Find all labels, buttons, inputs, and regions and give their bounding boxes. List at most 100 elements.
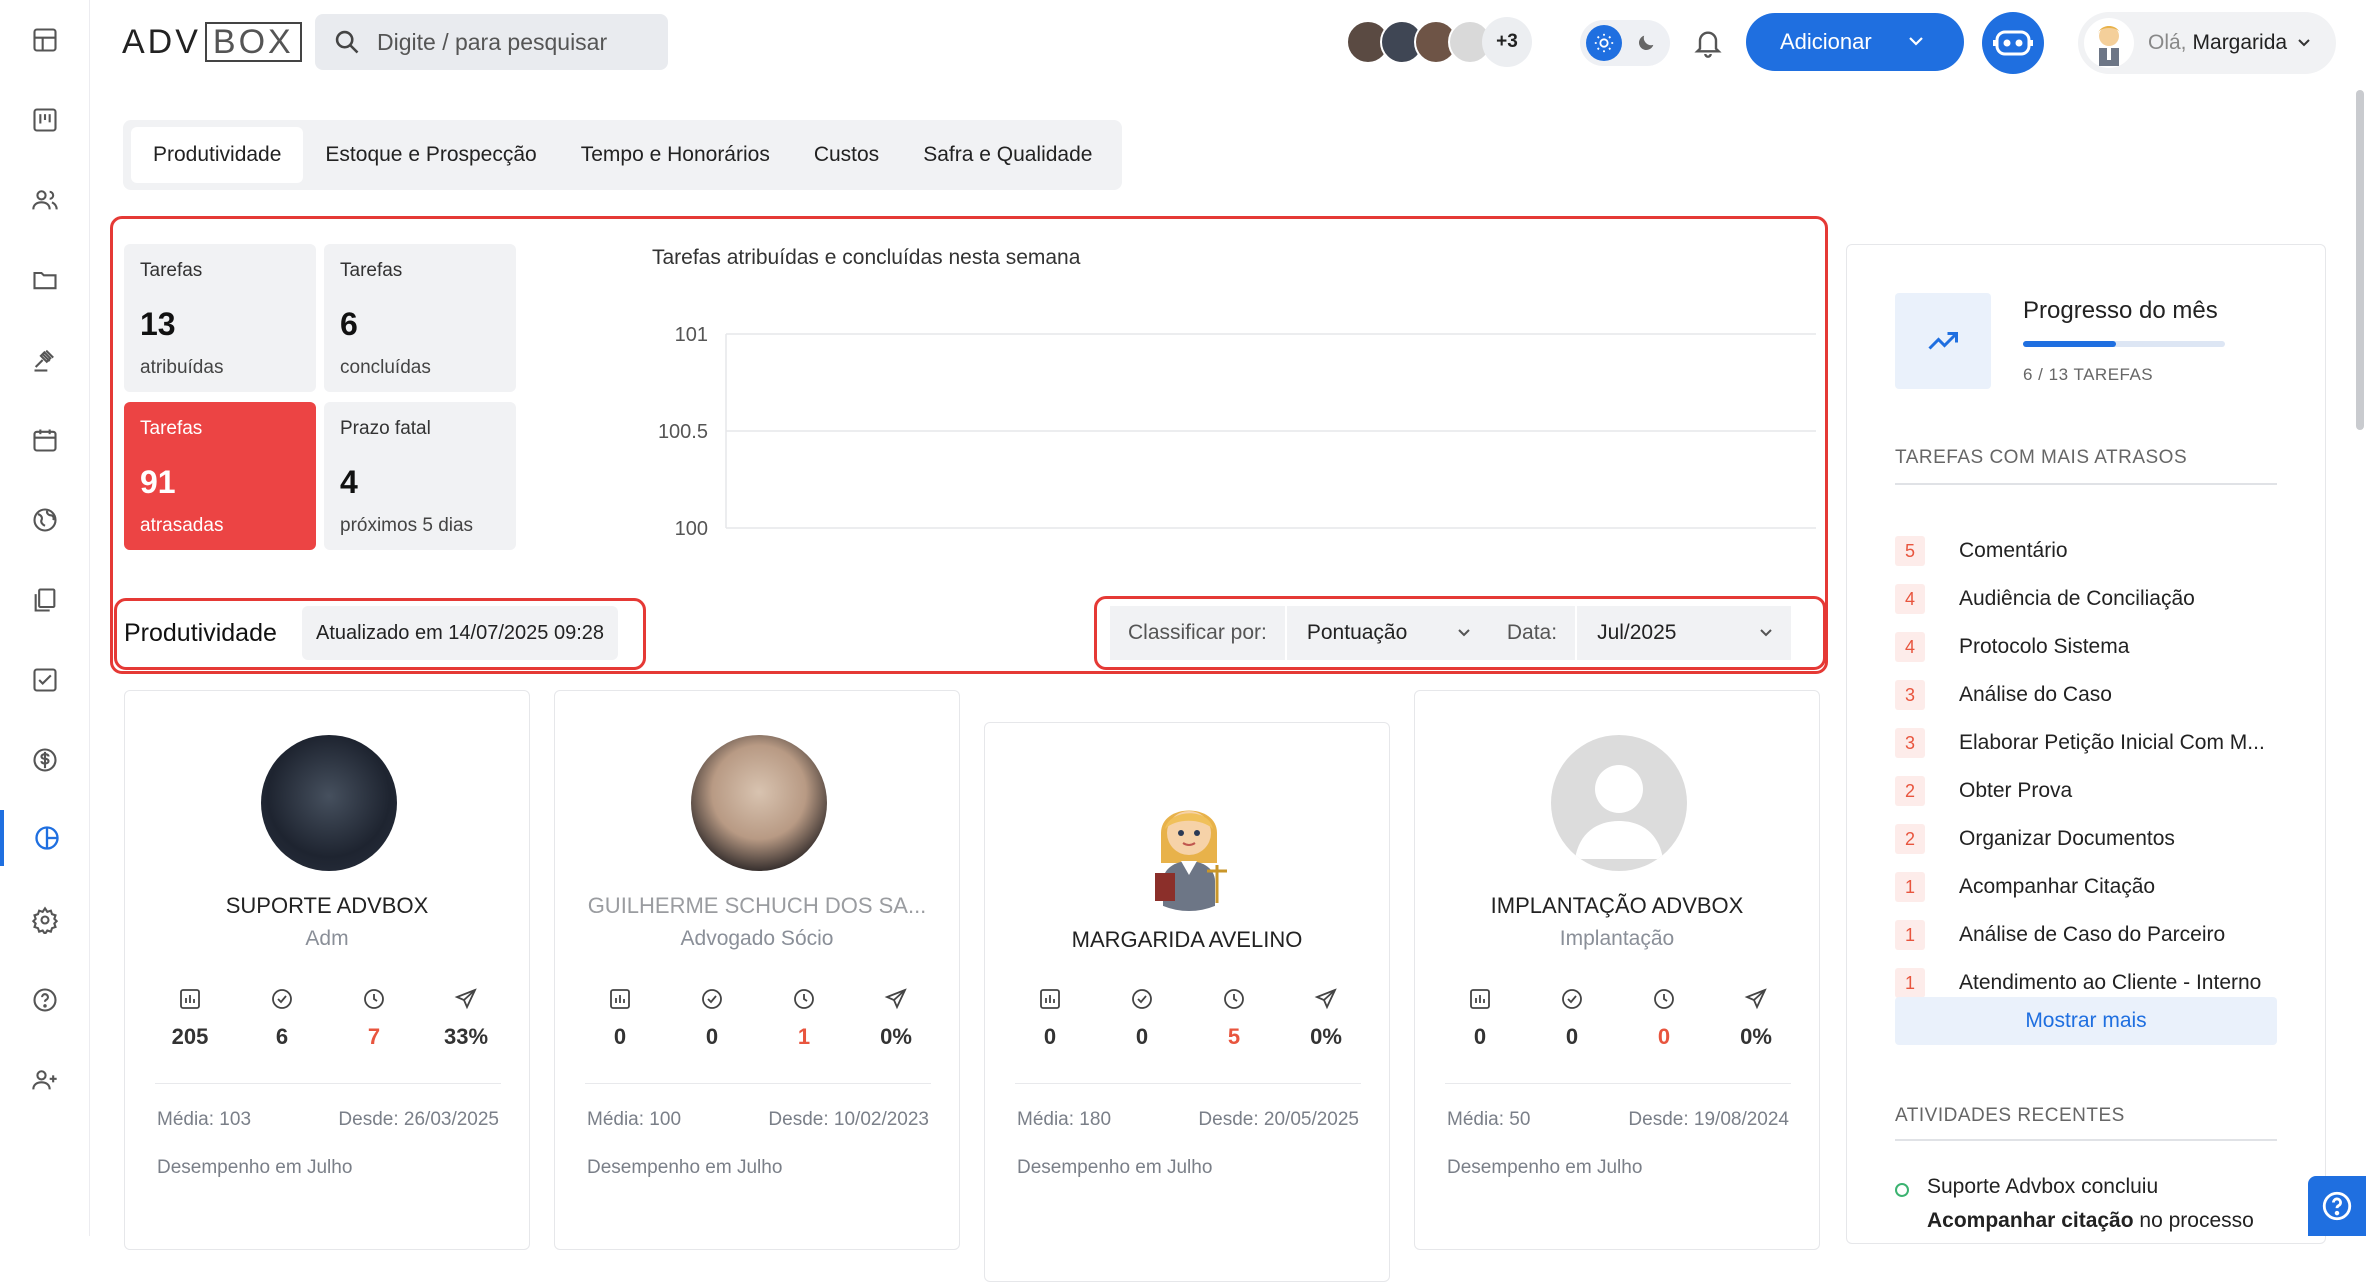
late-task-row[interactable]: 4 Audiência de Conciliação [1895, 579, 2285, 619]
stat-sub: atribuídas [140, 357, 224, 378]
performance-label: Desempenho em Julho [1447, 1157, 1643, 1178]
metric-done: 0 [1537, 987, 1607, 1050]
metric-points: 0 [585, 987, 655, 1050]
stat-completed[interactable]: Tarefas 6 concluídas [324, 244, 516, 392]
late-count-badge: 1 [1895, 968, 1925, 998]
late-count-badge: 3 [1895, 728, 1925, 758]
metric-value: 0 [1565, 1024, 1579, 1049]
stat-overdue[interactable]: Tarefas 91 atrasadas [124, 402, 316, 550]
avatars-more-count[interactable]: +3 [1482, 17, 1532, 67]
average: Média: 103 [157, 1109, 252, 1130]
since-date: Desde: 19/08/2024 [1628, 1109, 1789, 1130]
documents-icon[interactable] [0, 572, 90, 628]
late-task-row[interactable]: 2 Obter Prova [1895, 771, 2285, 811]
help-chat-button[interactable] [2308, 1176, 2366, 1236]
user-card-metrics: 205 6 7 33% [155, 987, 501, 1050]
late-task-row[interactable]: 3 Elaborar Petição Inicial Com M... [1895, 723, 2285, 763]
search-bar[interactable] [315, 14, 668, 70]
folder-icon[interactable] [0, 252, 90, 308]
user-card[interactable]: GUILHERME SCHUCH DOS SA... Advogado Sóci… [554, 690, 960, 1250]
avatar [261, 735, 397, 871]
tab-tempo-honorarios[interactable]: Tempo e Honorários [559, 127, 792, 183]
metric-rate: 0% [861, 987, 931, 1050]
late-task-label: Obter Prova [1959, 779, 2073, 802]
scrollbar[interactable] [2356, 90, 2364, 430]
show-more-button[interactable]: Mostrar mais [1895, 997, 2277, 1045]
status-dot [1895, 1183, 1909, 1197]
stat-sub: concluídas [340, 357, 431, 378]
sort-value: Pontuação [1306, 621, 1408, 644]
user-card-footer: Média: 103 Desde: 26/03/2025 [157, 1109, 499, 1131]
trending-up-icon [1895, 293, 1991, 389]
right-panel: Progresso do mês 6 / 13 TAREFAS TAREFAS … [1846, 244, 2326, 1244]
metric-value: 7 [367, 1024, 381, 1049]
calendar-icon[interactable] [0, 412, 90, 468]
search-input[interactable] [377, 28, 657, 56]
clock-icon [1224, 989, 1244, 1009]
metric-value: 33% [443, 1024, 489, 1049]
user-card-role: Advogado Sócio [680, 927, 834, 950]
activity-detail: Acompanhar citação no processo [1927, 1209, 2254, 1233]
date-value: Jul/2025 [1597, 621, 1677, 644]
metric-value: 5 [1227, 1024, 1241, 1049]
assistant-robot-icon[interactable] [1982, 12, 2044, 74]
user-card[interactable]: MARGARIDA AVELINO 0 0 5 0% Média: 180 De… [984, 722, 1390, 1282]
metric-rate: 0% [1721, 987, 1791, 1050]
activity-task: Acompanhar citação [1927, 1209, 2134, 1232]
metric-done: 6 [247, 987, 317, 1050]
user-card[interactable]: IMPLANTAÇÃO ADVBOX Implantação 0 0 0 0% … [1414, 690, 1820, 1250]
tab-safra-qualidade[interactable]: Safra e Qualidade [901, 127, 1114, 183]
late-task-row[interactable]: 1 Acompanhar Citação [1895, 867, 2285, 907]
metric-value: 0% [880, 1024, 912, 1049]
tab-estoque-prospeccao[interactable]: Estoque e Prospecção [303, 127, 558, 183]
checklist-icon[interactable] [0, 652, 90, 708]
chevron-down-icon [1458, 629, 1470, 637]
sun-icon[interactable] [1586, 25, 1622, 61]
sort-select[interactable]: Pontuação [1284, 606, 1489, 660]
team-avatars[interactable]: +3 [1346, 17, 1532, 67]
add-user-icon[interactable] [0, 1052, 90, 1108]
advbox-logo[interactable]: ADV BOX [122, 20, 302, 64]
late-task-row[interactable]: 2 Organizar Documentos [1895, 819, 2285, 859]
divider [585, 1083, 931, 1084]
late-task-row[interactable]: 4 Protocolo Sistema [1895, 627, 2285, 667]
stat-deadline[interactable]: Prazo fatal 4 próximos 5 dias [324, 402, 516, 550]
user-menu[interactable]: Olá, Margarida [2078, 12, 2336, 74]
money-icon[interactable] [0, 732, 90, 788]
late-task-label: Comentário [1959, 539, 2068, 562]
stat-assigned[interactable]: Tarefas 13 atribuídas [124, 244, 316, 392]
date-select[interactable]: Jul/2025 [1575, 606, 1792, 660]
chart-pie-icon[interactable] [0, 810, 90, 866]
late-task-row[interactable]: 5 Comentário [1895, 531, 2285, 571]
tab-produtividade[interactable]: Produtividade [131, 127, 304, 183]
y-tick-label: 100.5 [658, 421, 708, 443]
theme-toggle[interactable] [1580, 20, 1670, 66]
chevron-down-icon [1760, 629, 1772, 637]
help-icon [2322, 1191, 2352, 1221]
user-card[interactable]: SUPORTE ADVBOX Adm 205 6 7 33% Média: 10… [124, 690, 530, 1250]
globe-icon[interactable] [0, 492, 90, 548]
stat-label: Tarefas [340, 260, 403, 281]
help-icon[interactable] [0, 972, 90, 1028]
check-circle-icon [1132, 989, 1152, 1009]
bell-icon[interactable] [1692, 24, 1724, 60]
gavel-icon[interactable] [0, 332, 90, 388]
kanban-icon[interactable] [0, 92, 90, 148]
metric-rate: 33% [431, 987, 501, 1050]
month-progress-fill [2023, 341, 2116, 347]
y-tick-label: 101 [675, 324, 708, 346]
late-task-row[interactable]: 3 Análise do Caso [1895, 675, 2285, 715]
user-card-footer: Média: 50 Desde: 19/08/2024 [1447, 1109, 1789, 1131]
moon-icon[interactable] [1628, 25, 1664, 61]
late-task-row[interactable]: 1 Análise de Caso do Parceiro [1895, 915, 2285, 955]
metric-done: 0 [1107, 987, 1177, 1050]
weekly-tasks-chart: 101 100.5 100 [658, 324, 1816, 540]
settings-icon[interactable] [0, 892, 90, 948]
add-button[interactable]: Adicionar [1746, 13, 1964, 71]
dashboard-icon[interactable] [0, 12, 90, 68]
sidebar [0, 0, 90, 1236]
user-card-metrics: 0 0 1 0% [585, 987, 931, 1050]
users-icon[interactable] [0, 172, 90, 228]
tab-custos[interactable]: Custos [792, 127, 901, 183]
send-icon [1744, 988, 1767, 1010]
